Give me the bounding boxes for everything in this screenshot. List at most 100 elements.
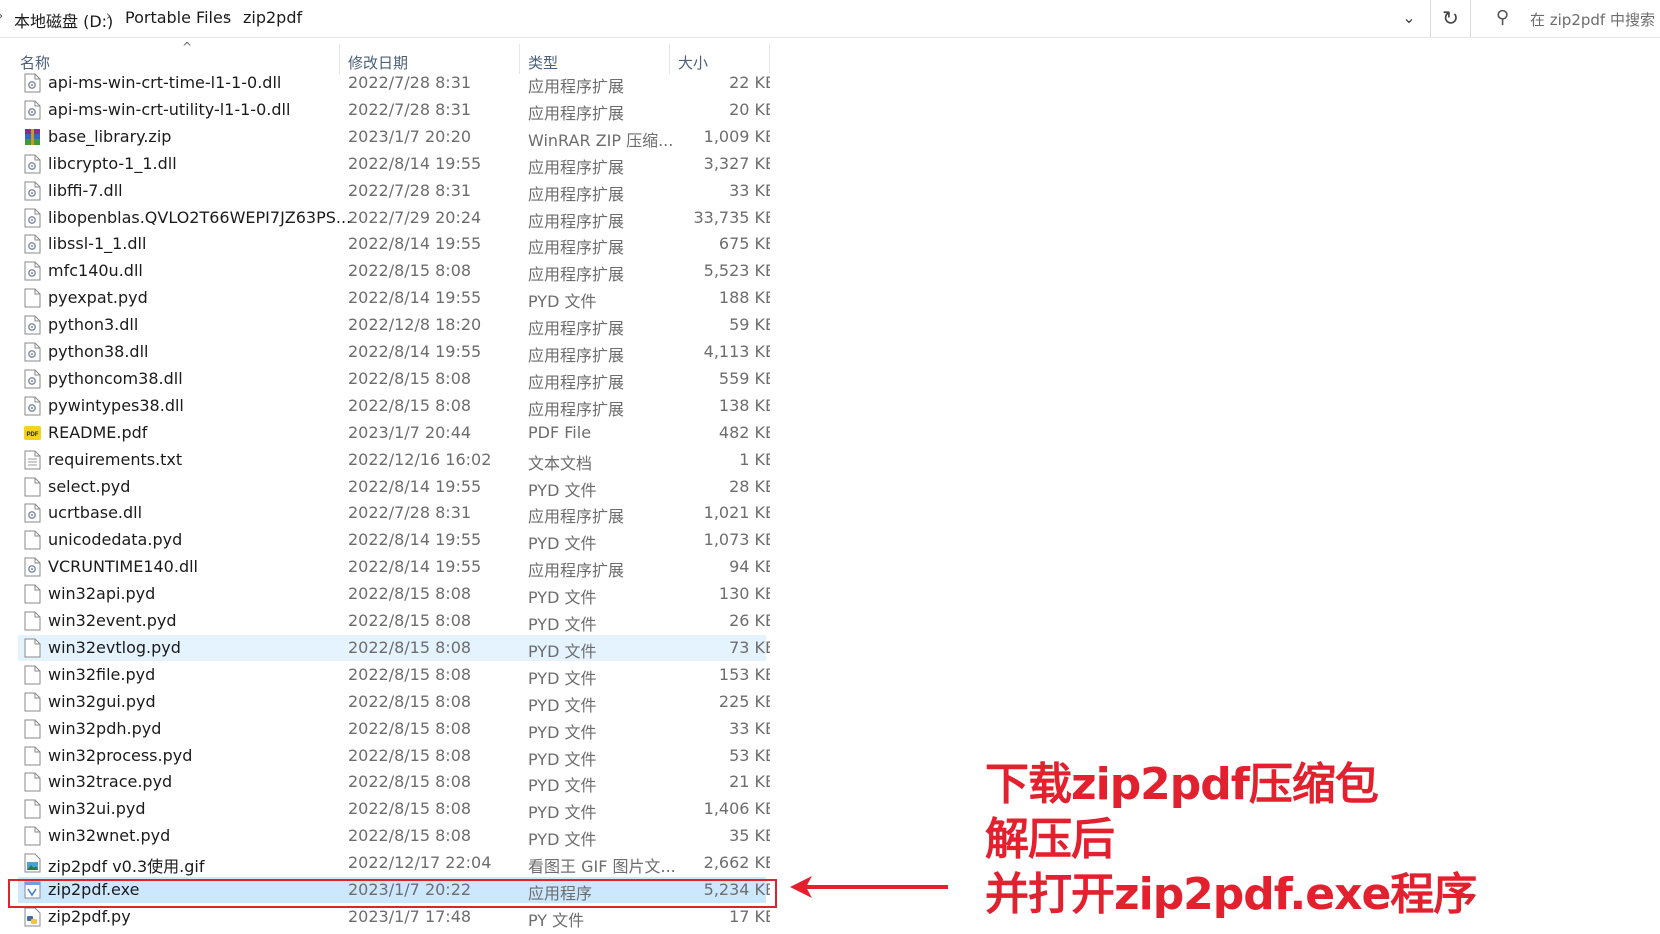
refresh-icon: ↻ [1442, 6, 1459, 30]
address-bar[interactable]: › 本地磁盘 (D:) › Portable Files › zip2pdf ⌄ [0, 0, 1431, 37]
file-row[interactable]: python3.dll 2022/12/8 18:20 应用程序扩展 59 KB [18, 312, 770, 339]
file-date: 2022/8/15 8:08 [348, 745, 472, 765]
file-row[interactable]: VCRUNTIME140.dll 2022/8/14 19:55 应用程序扩展 94 … [18, 554, 770, 581]
file-row[interactable]: win32evtlog.pyd 2022/8/15 8:08 PYD 文件 73 KB [18, 634, 770, 661]
refresh-button[interactable]: ↻ [1431, 0, 1471, 37]
file-row[interactable]: requirements.txt 2022/12/16 16:02 文本文档 1 KB [18, 447, 770, 473]
file-size: 73 KB [729, 637, 770, 657]
breadcrumb-drive[interactable]: 本地磁盘 (D:) [14, 8, 113, 32]
file-row[interactable]: pyexpat.pyd 2022/8/14 19:55 PYD 文件 188 KB [18, 285, 770, 311]
file-type: 应用程序扩展 [528, 372, 625, 392]
file-date: 2022/8/14 19:55 [348, 530, 482, 550]
file-size: 1,009 KB [703, 126, 770, 146]
file-row[interactable]: win32trace.pyd 2022/8/15 8:08 PYD 文件 21 KB [18, 769, 770, 796]
search-input[interactable]: ⚲ 在 zip2pdf 中搜索 [1482, 0, 1660, 37]
file-type: WinRAR ZIP 压缩... [528, 130, 674, 150]
file-name: win32gui.pyd [48, 691, 156, 711]
breadcrumb-zip2pdf[interactable]: zip2pdf [243, 8, 302, 27]
file-date: 2022/8/15 8:08 [348, 584, 472, 604]
file-date: 2022/8/14 19:55 [348, 288, 482, 308]
file-size: 1 KB [739, 449, 770, 469]
file-row[interactable]: win32event.pyd 2022/8/15 8:08 PYD 文件 26 KB [18, 608, 770, 634]
file-size: 3,327 KB [703, 153, 770, 173]
file-row[interactable]: libssl-1_1.dll 2022/8/14 19:55 应用程序扩展 675 K… [18, 231, 770, 258]
file-size: 188 KB [718, 288, 770, 308]
file-row[interactable]: ucrtbase.dll 2022/7/28 8:31 应用程序扩展 1,021 KB [18, 500, 770, 527]
file-size: 153 KB [718, 664, 770, 684]
file-size: 130 KB [718, 584, 770, 604]
file-type: PYD 文件 [528, 776, 597, 796]
file-type: 应用程序扩展 [528, 157, 625, 177]
file-row[interactable]: python38.dll 2022/8/14 19:55 应用程序扩展 4,113 K… [18, 339, 770, 365]
file-date: 2023/1/7 17:48 [348, 906, 472, 926]
file-date: 2022/8/15 8:08 [348, 691, 472, 711]
file-size: 5,523 KB [703, 261, 770, 281]
file-icon [24, 611, 41, 631]
file-type: PYD 文件 [528, 668, 597, 688]
file-row[interactable]: win32wnet.pyd 2022/8/15 8:08 PYD 文件 35 KB [18, 823, 770, 849]
file-name: zip2pdf.py [48, 906, 131, 926]
breadcrumb-portable-files[interactable]: Portable Files [125, 8, 231, 27]
dll-file-icon [24, 342, 41, 362]
file-row[interactable]: win32process.pyd 2022/8/15 8:08 PYD 文件 53 K… [18, 743, 770, 769]
dll-file-icon [24, 396, 41, 416]
file-name: zip2pdf v0.3使用.gif [48, 857, 205, 877]
file-row[interactable]: win32ui.pyd 2022/8/15 8:08 PYD 文件 1,406 KB [18, 796, 770, 822]
file-size: 33 KB [729, 718, 770, 738]
file-date: 2022/8/14 19:55 [348, 153, 482, 173]
file-date: 2022/8/15 8:08 [348, 611, 472, 630]
chevron-right-icon[interactable]: › [224, 9, 229, 24]
file-name: ucrtbase.dll [48, 503, 143, 523]
file-name: base_library.zip [48, 126, 172, 146]
file-date: 2022/8/15 8:08 [348, 395, 472, 415]
file-row[interactable]: libffi-7.dll 2022/7/28 8:31 应用程序扩展 33 KB [18, 178, 770, 204]
file-row[interactable]: pythoncom38.dll 2022/8/15 8:08 应用程序扩展 559 K… [18, 366, 770, 392]
file-size: 20 KB [729, 99, 770, 119]
chevron-right-icon[interactable]: › [106, 9, 111, 24]
file-size: 1,406 KB [703, 799, 770, 819]
file-row[interactable]: PDF README.pdf 2023/1/7 20:44 PDF File 482 K… [18, 420, 770, 446]
file-row[interactable]: select.pyd 2022/8/14 19:55 PYD 文件 28 KB [18, 474, 770, 500]
file-date: 2022/7/28 8:31 [348, 73, 472, 92]
file-name: mfc140u.dll [48, 261, 143, 281]
sort-ascending-icon: ^ [182, 40, 193, 54]
file-name: win32process.pyd [48, 745, 193, 765]
file-type: PYD 文件 [528, 588, 597, 608]
dll-file-icon [24, 261, 41, 281]
file-type: PYD 文件 [528, 534, 597, 554]
file-size: 1,073 KB [703, 530, 770, 550]
dll-file-icon [24, 315, 41, 335]
file-size: 2,662 KB [703, 853, 770, 873]
file-name: python3.dll [48, 315, 139, 335]
file-name: pythoncom38.dll [48, 368, 183, 388]
file-type: 应用程序扩展 [528, 561, 625, 581]
file-date: 2022/8/15 8:08 [348, 368, 472, 388]
file-row[interactable]: win32api.pyd 2022/8/15 8:08 PYD 文件 130 KB [18, 581, 770, 608]
chevron-right-icon[interactable]: › [0, 9, 3, 24]
file-row[interactable]: win32gui.pyd 2022/8/15 8:08 PYD 文件 225 KB [18, 689, 770, 715]
file-name: libffi-7.dll [48, 180, 123, 200]
file-type: 应用程序扩展 [528, 238, 625, 258]
file-name: api-ms-win-crt-time-l1-1-0.dll [48, 73, 282, 92]
file-row[interactable]: pywintypes38.dll 2022/8/15 8:08 应用程序扩展 138 … [18, 393, 770, 419]
file-row[interactable]: win32file.pyd 2022/8/15 8:08 PYD 文件 153 KB [18, 662, 770, 688]
file-type: 应用程序扩展 [528, 507, 625, 527]
arrow-left-icon [790, 876, 948, 898]
file-name: pyexpat.pyd [48, 288, 148, 308]
file-size: 94 KB [729, 557, 770, 577]
chevron-down-icon[interactable]: ⌄ [1398, 8, 1420, 30]
file-type: PYD 文件 [528, 695, 597, 715]
file-row[interactable]: api-ms-win-crt-time-l1-1-0.dll 2022/7/28 … [18, 70, 770, 96]
file-row[interactable]: api-ms-win-crt-utility-l1-1-0.dll 2022/7/… [18, 97, 770, 123]
file-date: 2023/1/7 20:20 [348, 126, 472, 146]
file-row[interactable]: base_library.zip 2023/1/7 20:20 WinRAR ZIP… [18, 124, 770, 150]
file-icon [24, 772, 41, 792]
file-type: 应用程序扩展 [528, 319, 625, 339]
file-row[interactable]: mfc140u.dll 2022/8/15 8:08 应用程序扩展 5,523 KB [18, 258, 770, 284]
file-date: 2022/8/15 8:08 [348, 799, 472, 819]
file-row[interactable]: unicodedata.pyd 2022/8/14 19:55 PYD 文件 1,07… [18, 527, 770, 554]
file-row[interactable]: win32pdh.pyd 2022/8/15 8:08 PYD 文件 33 KB [18, 716, 770, 742]
file-row[interactable]: libcrypto-1_1.dll 2022/8/14 19:55 应用程序扩展 3,… [18, 151, 770, 177]
file-row[interactable]: libopenblas.QVLO2T66WEPI7JZ63PS... 2022/7… [18, 205, 770, 231]
file-row[interactable]: zip2pdf v0.3使用.gif 2022/12/17 22:04 看图王 GI… [18, 850, 770, 877]
